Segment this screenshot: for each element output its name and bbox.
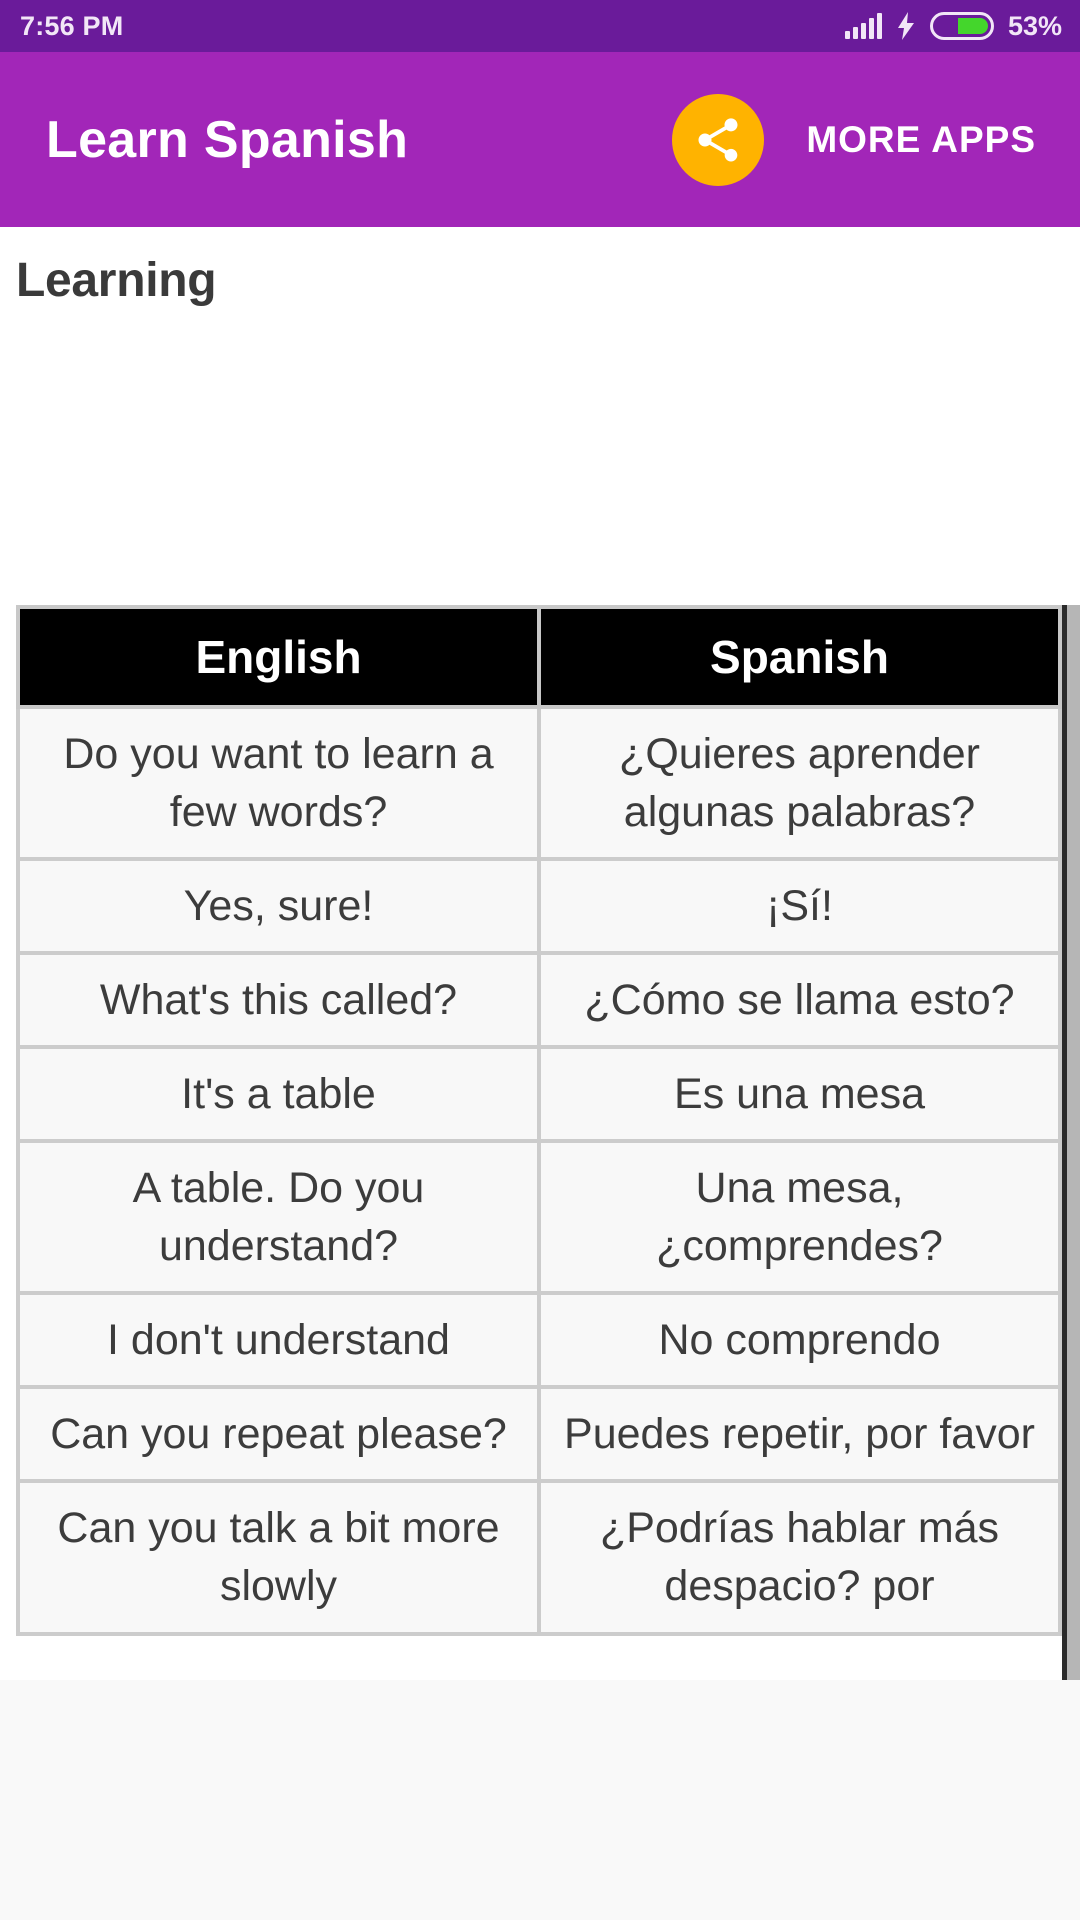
signal-bars-icon [844,13,882,39]
page-title: Learning [16,254,217,307]
table-header: English Spanish [16,605,1062,709]
cell-english: It's a table [16,1045,541,1144]
status-bar-clock: 7:56 PM [20,10,124,41]
battery-percent-label: 53% [1007,10,1062,41]
cell-spanish: Una mesa, ¿comprendes? [537,1139,1062,1296]
cell-english: Yes, sure! [16,857,541,956]
share-button[interactable] [672,93,765,186]
cell-english: Can you repeat please? [16,1385,541,1484]
app-title: Learn Spanish [46,110,409,169]
bottom-blank-area [0,1680,1080,1920]
cell-english: Can you talk a bit more slowly [16,1479,541,1636]
column-header-english: English [16,605,541,709]
app-bar: Learn Spanish MORE APPS [0,52,1080,227]
more-apps-button[interactable]: MORE APPS [806,119,1036,161]
table-row[interactable]: Do you want to learn a few words? ¿Quier… [16,704,1062,862]
scrollbar-thumb[interactable] [1067,605,1080,1697]
table-row[interactable]: A table. Do you understand? Una mesa, ¿c… [16,1139,1062,1296]
cell-english: Do you want to learn a few words? [16,704,541,862]
cell-spanish: No comprendo [537,1291,1062,1390]
table-row[interactable]: What's this called? ¿Cómo se llama esto? [16,951,1062,1050]
content-area: Learning English Spanish Do you want to … [0,227,1080,1920]
table-row[interactable]: Can you talk a bit more slowly ¿Podrías … [16,1479,1062,1636]
status-bar-indicators: 53% [844,10,1062,42]
table-row[interactable]: It's a table Es una mesa [16,1045,1062,1144]
table-body: Do you want to learn a few words? ¿Quier… [16,704,1062,1636]
cell-english: What's this called? [16,951,541,1050]
cell-english: A table. Do you understand? [16,1139,541,1296]
column-header-spanish: Spanish [537,605,1062,709]
cell-spanish: Es una mesa [537,1045,1062,1144]
table-row[interactable]: Can you repeat please? Puedes repetir, p… [16,1385,1062,1484]
cell-spanish: ¿Podrías hablar más despacio? por [537,1479,1062,1636]
table-header-row: English Spanish [16,605,1062,709]
share-icon [692,114,744,166]
cell-spanish: ¿Cómo se llama esto? [537,951,1062,1050]
table-row[interactable]: Yes, sure! ¡Sí! [16,857,1062,956]
table-row[interactable]: I don't understand No comprendo [16,1291,1062,1390]
cell-spanish: Puedes repetir, por favor [537,1385,1062,1484]
battery-icon [929,12,994,40]
status-bar: 7:56 PM 53% [0,0,1080,52]
cell-spanish: ¡Sí! [537,857,1062,956]
translation-table: English Spanish Do you want to learn a f… [16,605,1062,1636]
lightning-bolt-icon [896,12,916,40]
cell-spanish: ¿Quieres aprender algunas palabras? [537,704,1062,862]
cell-english: I don't understand [16,1291,541,1390]
